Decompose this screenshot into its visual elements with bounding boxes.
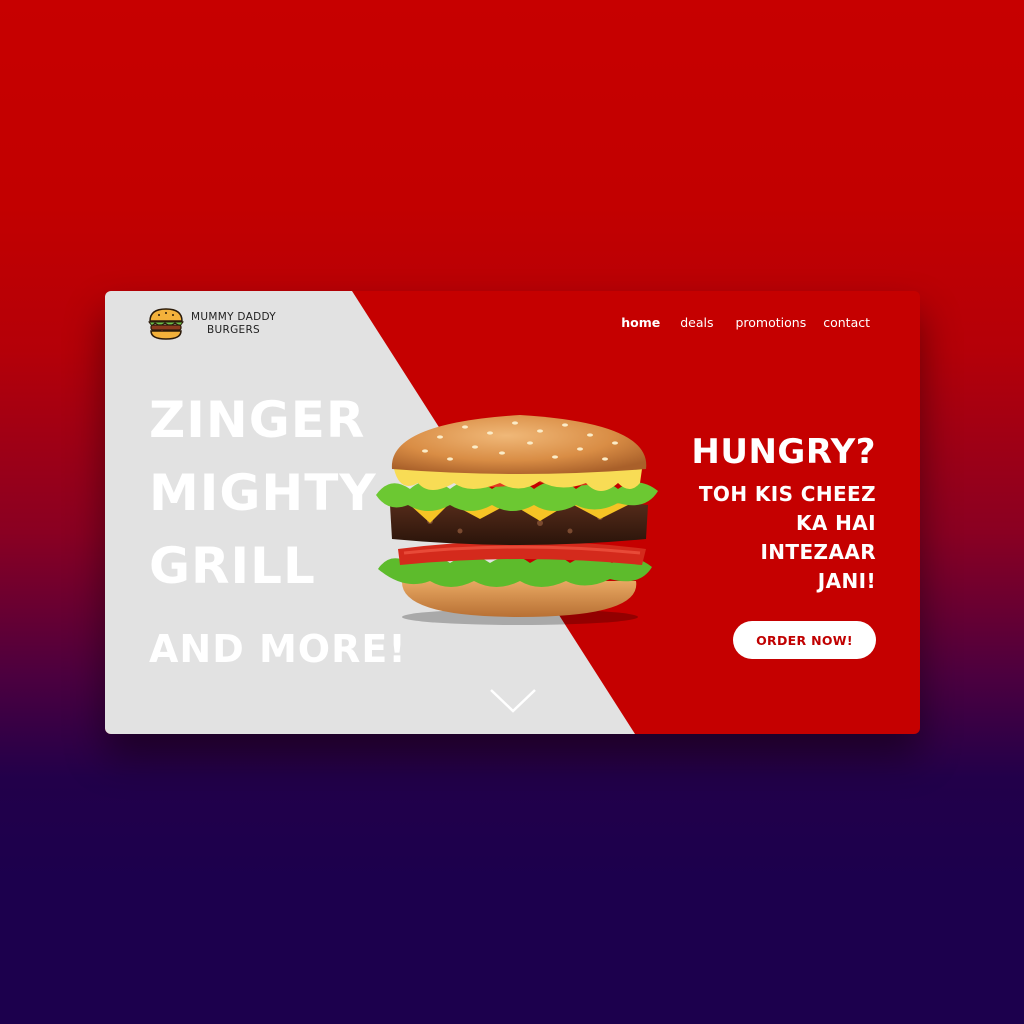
order-now-button[interactable]: ORDER NOW! [733,621,876,659]
burger-image [376,415,658,625]
hero-line-1: ZINGER [149,391,366,449]
tagline-line-1: TOH KIS CHEEZ [698,482,876,506]
brand-name-line2: BURGERS [206,324,261,336]
hero-card: MUMMY DADDY BURGERS home deals promotion… [105,291,920,734]
burger-icon [148,308,184,340]
nav-promotions[interactable]: promotions [735,315,806,330]
nav-contact[interactable]: contact [823,315,870,330]
brand-name-line1: MUMMY DADDY [191,311,277,323]
tagline-line-4: JANI! [817,569,876,593]
main-nav: home deals promotions contact [601,315,870,330]
hungry-headline: HUNGRY? [691,432,876,472]
brand-logo[interactable]: MUMMY DADDY BURGERS [147,307,276,341]
nav-home[interactable]: home [621,315,660,330]
chevron-down-icon[interactable] [489,687,537,715]
hero-line-3: GRILL [149,537,316,595]
hero-line-4: AND MORE! [149,627,407,671]
hero-line-2: MIGHTY [149,464,377,522]
brand-name: MUMMY DADDY BURGERS [191,311,276,337]
nav-deals[interactable]: deals [680,315,713,330]
tagline-line-2: KA HAI [796,511,876,535]
tagline-line-3: INTEZAAR [760,540,876,564]
